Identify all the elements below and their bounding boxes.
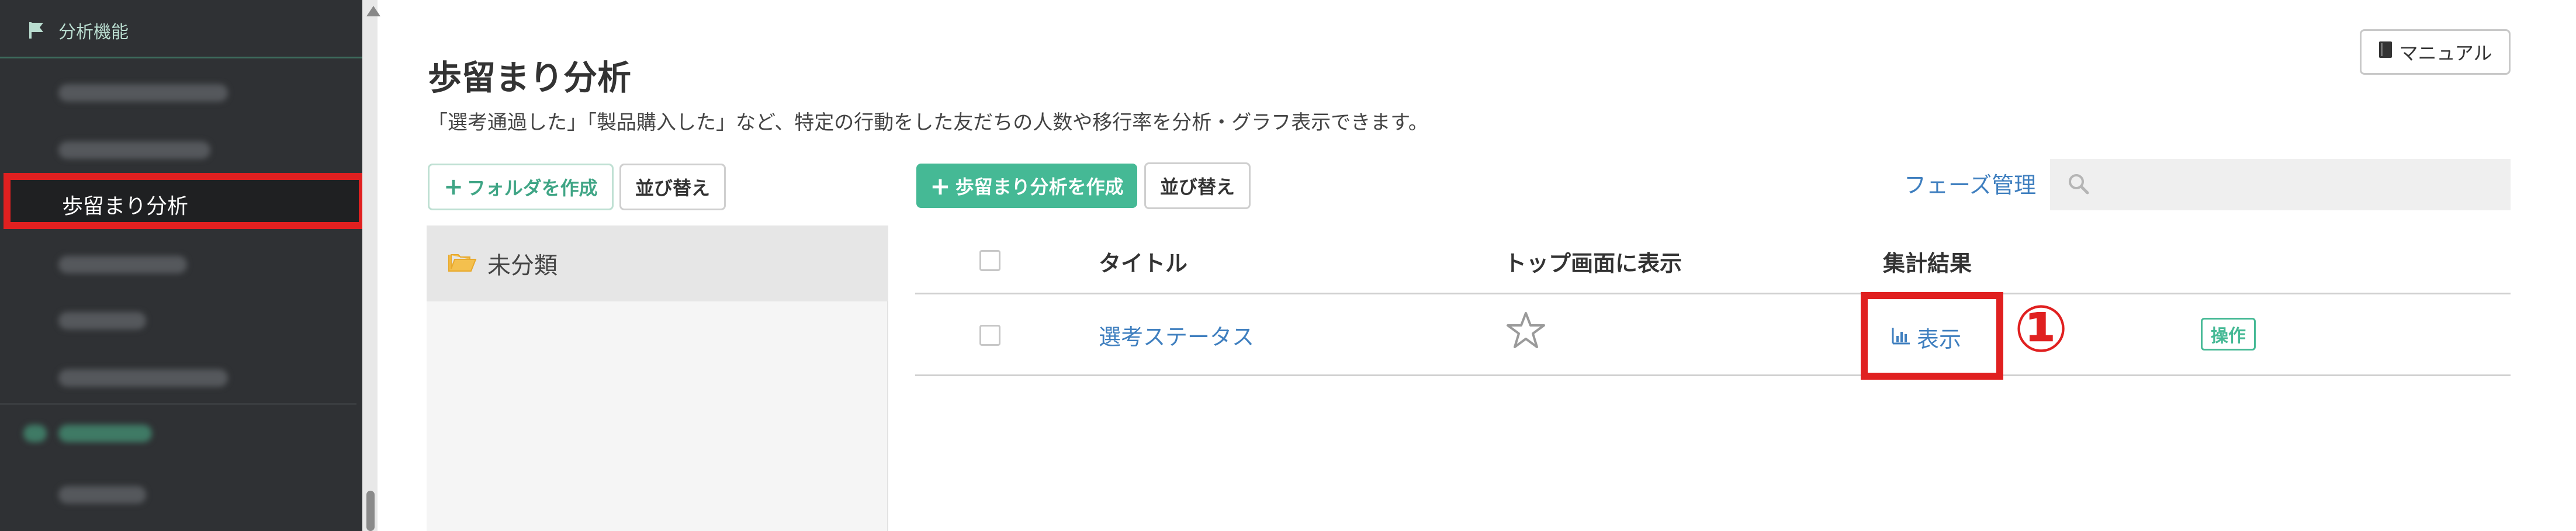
- list-sort-button[interactable]: 並び替え: [1144, 162, 1251, 209]
- folder-item[interactable]: 未分類: [427, 225, 888, 301]
- column-header-title: タイトル: [1099, 251, 1188, 276]
- scroll-up-arrow-icon[interactable]: [366, 6, 380, 16]
- flag-icon: [28, 21, 46, 42]
- sidebar-item-blurred-2[interactable]: [0, 117, 356, 169]
- show-result-label: 表示: [1917, 327, 1962, 352]
- star-icon[interactable]: [1505, 311, 1546, 353]
- result-highlight-box: 表示: [1861, 292, 2003, 380]
- sidebar-scrollbar[interactable]: [362, 0, 378, 531]
- create-analysis-button[interactable]: + 歩留まり分析を作成: [916, 164, 1137, 208]
- row-title-link[interactable]: 選考ステータス: [1099, 319, 1254, 351]
- sidebar-section-header[interactable]: 分析機能: [0, 0, 362, 58]
- plus-icon: +: [930, 171, 951, 200]
- sidebar-item-label: 歩留まり分析: [62, 195, 189, 218]
- select-all-checkbox[interactable]: [979, 250, 1000, 271]
- sidebar: 分析機能 歩留まり分析: [0, 0, 366, 531]
- book-icon: [2378, 41, 2393, 63]
- create-analysis-label: 歩留まり分析を作成: [955, 176, 1124, 198]
- search-icon: [2068, 173, 2090, 197]
- table-row: 選考ステータス 表示 ① 操作: [915, 291, 2511, 380]
- manual-button-label: マニュアル: [2399, 42, 2492, 64]
- table-header: タイトル トップ画面に表示 集計結果: [915, 225, 2511, 294]
- create-folder-button[interactable]: + フォルダを作成: [428, 164, 614, 210]
- sidebar-section-title: 分析機能: [58, 22, 129, 43]
- sidebar-item-active[interactable]: 歩留まり分析: [4, 173, 366, 229]
- row-checkbox[interactable]: [979, 325, 1000, 346]
- manual-button[interactable]: マニュアル: [2360, 29, 2511, 75]
- action-button[interactable]: 操作: [2201, 318, 2256, 350]
- sidebar-item-blurred-1[interactable]: [0, 61, 356, 113]
- search-input[interactable]: [2050, 159, 2511, 210]
- scrollbar-thumb[interactable]: [366, 491, 375, 531]
- folder-panel: 未分類: [427, 225, 888, 531]
- column-header-result: 集計結果: [1883, 251, 1972, 276]
- create-folder-label: フォルダを作成: [466, 177, 598, 199]
- sidebar-item-blurred-6[interactable]: [0, 461, 356, 514]
- page-description: 「選考通過した」「製品購入した」など、特定の行動をした友だちの人数や移行率を分析…: [428, 111, 1428, 134]
- sidebar-item-blurred-3[interactable]: [0, 232, 356, 285]
- folder-open-icon: [448, 251, 477, 276]
- sidebar-item-blurred-4[interactable]: [0, 289, 356, 341]
- show-result-link[interactable]: 表示: [1891, 321, 1961, 353]
- plus-icon: +: [444, 173, 463, 200]
- bar-chart-icon: [1891, 325, 1911, 350]
- sidebar-item-blurred-5[interactable]: [0, 346, 356, 398]
- column-header-show-top: トップ画面に表示: [1504, 251, 1682, 276]
- sidebar-section-blurred[interactable]: [0, 403, 356, 461]
- folder-label: 未分類: [487, 252, 558, 279]
- phase-management-link[interactable]: フェーズ管理: [1904, 167, 2036, 199]
- page-title: 歩留まり分析: [428, 58, 632, 98]
- folder-sort-button[interactable]: 並び替え: [619, 164, 726, 210]
- annotation-number: ①: [2014, 291, 2069, 366]
